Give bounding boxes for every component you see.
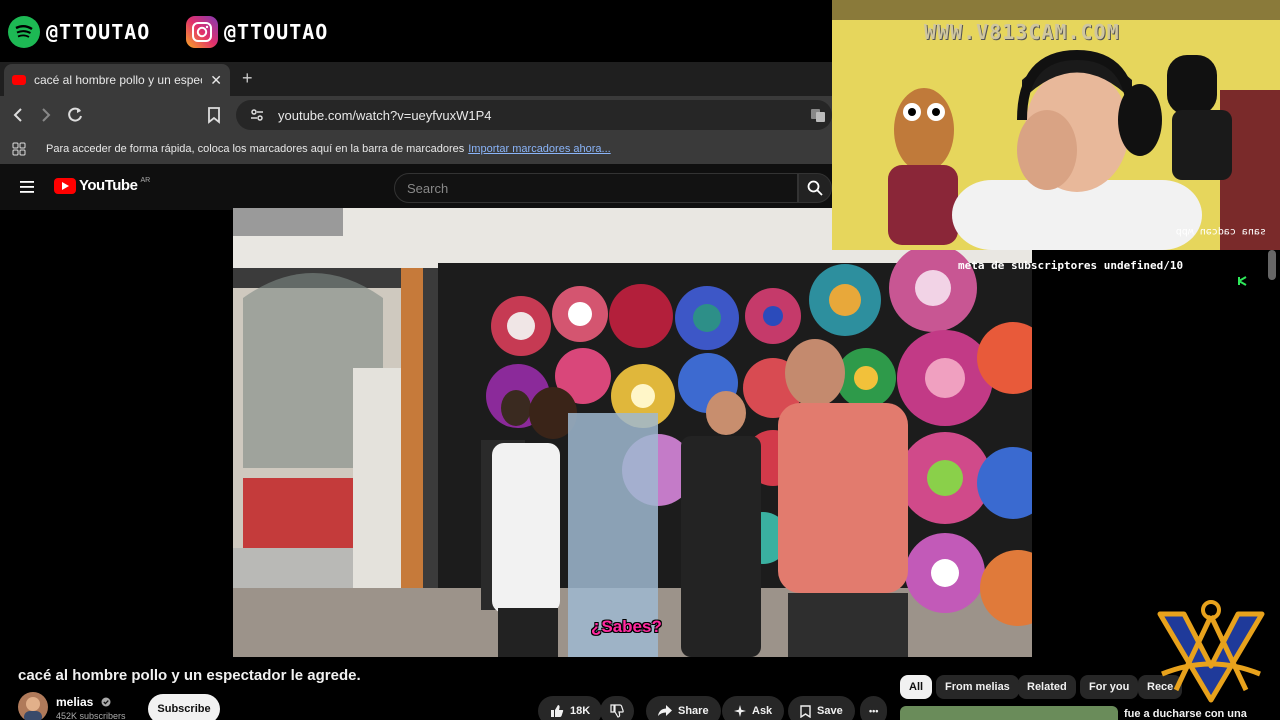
url-text[interactable]: youtube.com/watch?v=ueyfvuxW1P4 <box>278 108 492 123</box>
menu-icon[interactable] <box>20 181 34 193</box>
save-button[interactable]: Save <box>788 696 855 720</box>
share-button[interactable]: Share <box>646 696 721 720</box>
ask-button[interactable]: Ask <box>722 696 785 720</box>
subscriber-goal: meta de subscriptores undefined/10 <box>958 259 1184 272</box>
channel-name-text: melias <box>56 695 94 709</box>
spotify-handle: @TTOUTAO <box>8 16 150 48</box>
recommended-thumbnail[interactable] <box>900 706 1118 720</box>
save-icon <box>800 704 811 718</box>
subscriber-count: 452K subscribers <box>56 711 126 720</box>
streamer-emblem-icon <box>1157 600 1265 703</box>
chip-for-you[interactable]: For you <box>1080 675 1139 699</box>
youtube-logo[interactable]: YouTube AR <box>54 177 150 194</box>
import-bookmarks-link[interactable]: Importar marcadores ahora... <box>468 143 610 155</box>
video-title: cacé al hombre pollo y un espectador le … <box>18 667 361 684</box>
search-icon <box>807 180 823 196</box>
instagram-handle-text: @TTOUTAO <box>224 20 329 44</box>
thumbs-down-icon <box>610 704 624 718</box>
bookmarks-bar: Para acceder de forma rápida, coloca los… <box>0 134 832 164</box>
close-tab-icon[interactable]: ✕ <box>210 72 222 89</box>
sparkle-icon <box>734 705 746 717</box>
spotify-handle-text: @TTOUTAO <box>46 20 151 44</box>
cam-watermark: WWW.V813CAM.COM <box>924 20 1120 44</box>
thumbs-up-icon <box>551 705 564 717</box>
video-frame <box>233 208 1032 657</box>
new-tab-button[interactable]: + <box>242 68 253 89</box>
video-subtitle: ¿Sabes? <box>591 617 662 636</box>
share-icon <box>658 705 672 716</box>
channel-name[interactable]: melias <box>56 695 111 709</box>
reload-icon[interactable] <box>66 106 84 124</box>
chip-all[interactable]: All <box>900 675 933 699</box>
site-settings-icon[interactable] <box>250 108 264 122</box>
channel-avatar[interactable] <box>18 692 48 720</box>
subscribe-button[interactable]: Subscribe <box>148 694 220 720</box>
tab-title: cacé al hombre pollo y un espect <box>34 73 203 87</box>
search-input[interactable]: Search <box>394 173 798 203</box>
cam-caption: ddw ueɔpɐɔ ɐuɐs <box>1175 226 1266 237</box>
bookmarks-hint: Para acceder de forma rápida, coloca los… <box>46 143 465 155</box>
youtube-favicon-icon <box>12 75 26 85</box>
back-icon[interactable] <box>12 107 24 123</box>
address-bar[interactable]: youtube.com/watch?v=ueyfvuxW1P4 <box>236 100 832 130</box>
verified-icon <box>101 697 111 707</box>
more-actions-button[interactable]: ••• <box>860 696 888 720</box>
translate-icon[interactable] <box>810 107 826 123</box>
ask-label: Ask <box>752 705 773 717</box>
recommended-title[interactable]: fue a ducharse con una <box>1124 708 1247 720</box>
instagram-icon <box>186 16 218 48</box>
social-overlay: @TTOUTAO @TTOUTAO <box>0 0 832 62</box>
like-button[interactable]: 18K <box>538 696 603 720</box>
browser-tab[interactable]: cacé al hombre pollo y un espect ✕ <box>4 64 230 96</box>
chip-related[interactable]: Related <box>1018 675 1076 699</box>
country-code: AR <box>140 177 151 184</box>
chip-from-channel[interactable]: From melias <box>936 675 1019 699</box>
webcam-overlay: WWW.V813CAM.COM ddw ueɔpɐɔ ɐuɐs <box>832 0 1280 250</box>
scrollbar-thumb[interactable] <box>1268 250 1276 280</box>
more-label: ••• <box>869 706 879 716</box>
video-player[interactable]: ¿Sabes? <box>233 208 1032 657</box>
save-label: Save <box>817 705 843 717</box>
search-placeholder: Search <box>407 180 449 196</box>
youtube-header: YouTube AR Search <box>0 164 832 210</box>
bookmark-icon[interactable] <box>207 106 221 124</box>
forward-icon[interactable] <box>40 107 52 123</box>
youtube-play-icon <box>54 177 76 194</box>
like-count: 18K <box>570 705 591 717</box>
stream-screen: @TTOUTAO @TTOUTAO cacé al hombre pollo y… <box>0 0 1280 720</box>
spotify-icon <box>8 16 40 48</box>
browser-tab-strip: cacé al hombre pollo y un espect ✕ + <box>0 62 832 96</box>
share-label: Share <box>678 705 709 717</box>
goal-marker-icon <box>1238 276 1247 286</box>
dislike-button[interactable] <box>600 696 634 720</box>
search-button[interactable] <box>798 173 832 203</box>
instagram-handle: @TTOUTAO <box>186 16 328 48</box>
apps-grid-icon[interactable] <box>12 142 26 156</box>
youtube-logo-text: YouTube <box>79 177 138 194</box>
browser-toolbar: youtube.com/watch?v=ueyfvuxW1P4 <box>0 96 832 134</box>
